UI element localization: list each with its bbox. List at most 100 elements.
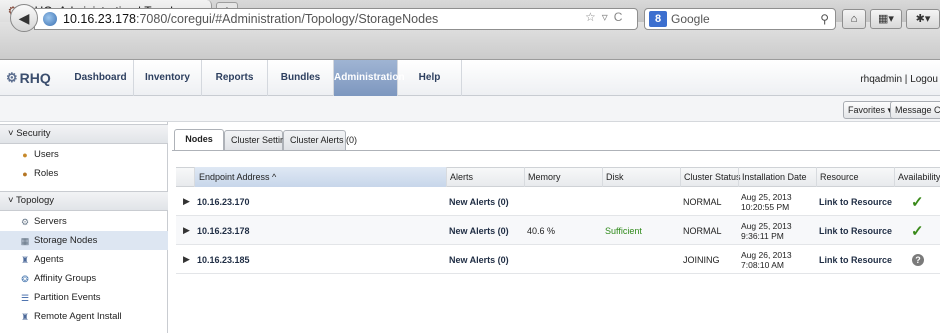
sidebar-item-servers[interactable]: ⚙ Servers	[0, 212, 168, 231]
column-alerts[interactable]: Alerts	[446, 167, 524, 187]
logo-text: RHQ	[19, 70, 51, 86]
search-bar[interactable]: 8 Google ⚲	[644, 8, 836, 30]
endpoint-address: 10.16.23.178	[197, 225, 250, 236]
tab-nodes[interactable]: Nodes	[174, 129, 224, 150]
expand-row-icon[interactable]: ▶	[180, 245, 190, 274]
endpoint-address: 10.16.23.170	[197, 196, 250, 207]
resource-link[interactable]: Link to Resource	[816, 216, 894, 245]
url-host: 10.16.23.178	[63, 12, 136, 26]
disk-value	[602, 187, 680, 216]
search-icon[interactable]: ⚲	[820, 12, 829, 26]
servers-icon: ⚙	[20, 216, 30, 227]
menu-inventory[interactable]: Inventory	[134, 60, 202, 96]
alerts-link[interactable]: New Alerts (0)	[446, 245, 524, 274]
storage-icon: ▦	[20, 235, 30, 246]
tab-cluster-alerts[interactable]: Cluster Alerts (0)	[283, 130, 357, 150]
globe-icon	[43, 12, 57, 26]
installation-date: Aug 25, 2013 10:20:55 PM	[741, 191, 792, 212]
search-engine-icon[interactable]: 8	[649, 11, 667, 27]
search-placeholder: Google	[671, 12, 710, 26]
reload-icon[interactable]: C	[614, 10, 623, 24]
dropdown-arrow-icon[interactable]: ▿	[602, 10, 608, 24]
installation-date: Aug 26, 2013 7:08:10 AM	[741, 249, 792, 270]
url-bar-actions: ☆ ▿ C	[585, 10, 622, 24]
sidebar-item-remote-agent-install[interactable]: ♜ Remote Agent Install	[0, 307, 168, 326]
memory-value	[524, 187, 602, 216]
column-cluster-status[interactable]: Cluster Status	[680, 167, 741, 187]
chevron-down-icon: ˅	[8, 195, 14, 206]
partition-icon: ☰	[20, 292, 30, 303]
column-installation-date[interactable]: Installation Date	[738, 167, 816, 187]
sidebar-item-partition-events[interactable]: ☰ Partition Events	[0, 288, 168, 307]
cluster-status: NORMAL	[683, 225, 722, 236]
disk-value: Sufficient	[605, 225, 642, 236]
url-bar[interactable]: 10.16.23.178:7080/coregui/#Administratio…	[34, 8, 638, 30]
expand-row-icon[interactable]: ▶	[180, 187, 190, 216]
column-memory[interactable]: Memory	[524, 167, 602, 187]
column-availability[interactable]: Availability	[894, 167, 940, 187]
agent-install-icon: ♜	[20, 311, 30, 322]
app-subbar	[0, 96, 940, 122]
sidebar-item-users[interactable]: ● Users	[0, 145, 168, 164]
sidebar-item-affinity-groups[interactable]: ❂ Affinity Groups	[0, 269, 168, 288]
alerts-link[interactable]: New Alerts (0)	[446, 216, 524, 245]
menu-bundles[interactable]: Bundles	[268, 60, 334, 96]
favorites-button[interactable]: Favorites ▾	[843, 101, 898, 119]
agent-icon: ♜	[20, 254, 30, 265]
home-button[interactable]: ⌂	[842, 9, 866, 29]
sidebar-item-label: Storage Nodes	[34, 235, 98, 246]
sidebar-item-label: Remote Agent Install	[34, 311, 122, 322]
back-arrow-icon: ◀	[18, 10, 30, 26]
message-center-button[interactable]: Message Cente	[890, 101, 940, 119]
extension-icon: ▦▾	[878, 13, 894, 25]
sidebar-item-agents[interactable]: ♜ Agents	[0, 250, 168, 269]
availability-up-icon: ✓	[911, 193, 924, 211]
cluster-status: JOINING	[683, 254, 720, 265]
sidebar-item-label: Roles	[34, 168, 59, 179]
availability-unknown-icon: ?	[909, 245, 939, 274]
tools-button[interactable]: ✱▾	[906, 9, 940, 29]
menu-reports[interactable]: Reports	[202, 60, 268, 96]
memory-value	[524, 245, 602, 274]
sidebar-item-label: Partition Events	[34, 292, 101, 303]
user-logout[interactable]: rhqadmin | Logou	[860, 60, 940, 96]
sidebar-item-label: Users	[34, 149, 59, 160]
alerts-link[interactable]: New Alerts (0)	[446, 187, 524, 216]
home-icon: ⌂	[850, 13, 858, 25]
roles-icon: ●	[22, 168, 28, 179]
column-resource[interactable]: Resource	[816, 167, 894, 187]
sidebar-section-topology[interactable]: ˅ Topology	[0, 191, 168, 211]
menu-administration[interactable]: Administration	[334, 60, 405, 96]
column-disk[interactable]: Disk	[602, 167, 680, 187]
sidebar-section-security[interactable]: ˅ Security	[0, 124, 168, 144]
sidebar-item-storage-nodes[interactable]: ▦ Storage Nodes	[0, 231, 168, 250]
menu-dashboard[interactable]: Dashboard	[68, 60, 134, 96]
menu-help[interactable]: Help	[398, 60, 462, 96]
endpoint-address: 10.16.23.185	[197, 254, 250, 265]
tools-icon: ✱▾	[915, 13, 931, 25]
resource-link[interactable]: Link to Resource	[816, 245, 894, 274]
installation-date: Aug 25, 2013 9:36:11 PM	[741, 220, 792, 241]
memory-value: 40.6 %	[527, 225, 556, 236]
back-button[interactable]: ◀	[10, 4, 38, 32]
disk-value	[602, 245, 680, 274]
section-title: Security	[16, 128, 51, 139]
sidebar-item-roles[interactable]: ● Roles	[0, 164, 168, 183]
rhq-logo-icon: ⚙	[6, 70, 18, 85]
availability-up-icon: ✓	[911, 222, 924, 240]
url-path: :7080/coregui/#Administration/Topology/S…	[136, 12, 439, 26]
column-endpoint-address[interactable]: Endpoint Address ^	[194, 167, 446, 187]
tab-cluster-settings[interactable]: Cluster Settings	[224, 130, 295, 150]
cluster-status: NORMAL	[683, 196, 722, 207]
sidebar-item-label: Agents	[34, 254, 64, 265]
tab-divider	[172, 150, 940, 151]
bookmark-star-icon[interactable]: ☆	[585, 10, 596, 24]
expand-row-icon[interactable]: ▶	[180, 216, 190, 245]
sidebar-item-label: Servers	[34, 216, 67, 227]
user-icon: ●	[22, 149, 28, 160]
section-title: Topology	[16, 195, 55, 206]
rhq-logo[interactable]: ⚙ RHQ	[6, 70, 51, 86]
extension-button[interactable]: ▦▾	[870, 9, 902, 29]
chevron-down-icon: ˅	[8, 128, 14, 139]
resource-link[interactable]: Link to Resource	[816, 187, 894, 216]
